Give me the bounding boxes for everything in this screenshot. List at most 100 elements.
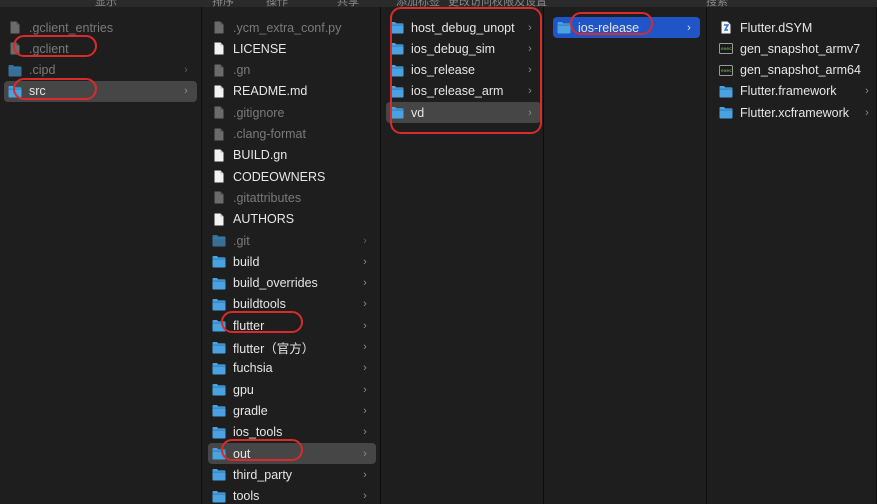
toolbar-label[interactable]: 搜索 [706,0,728,7]
folder-row[interactable]: src › [4,80,197,102]
item-label: .cipd [29,63,56,78]
file-row[interactable]: LICENSE [208,38,376,59]
folder-row[interactable]: gpu › [208,379,376,400]
item-label: vd [411,105,425,120]
folder-row[interactable]: host_debug_unopt › [386,17,541,38]
folder-row[interactable]: fuchsia › [208,358,376,379]
chevron-right-icon: › [363,490,367,503]
folder-row[interactable]: ios_release_arm › [386,81,541,102]
folder-row[interactable]: flutter（官方） › [208,337,376,358]
item-label: build_overrides [233,276,318,291]
toolbar-label[interactable]: 排序 [212,0,234,7]
folder-icon [212,341,226,354]
finder-column-4[interactable]: ios-release › [544,7,707,504]
item-label: ios_release [411,63,475,78]
chevron-right-icon: › [184,85,188,98]
folder-row[interactable]: flutter › [208,315,376,336]
file-row[interactable]: .ycm_extra_conf.py [208,17,376,38]
item-label: src [29,84,46,99]
file-row[interactable]: exec gen_snapshot_arm64 [715,60,876,81]
folder-icon [212,255,226,268]
folder-row[interactable]: build_overrides › [208,273,376,294]
file-row[interactable]: README.md [208,81,376,102]
toolbar-label[interactable]: 操作 [266,0,288,7]
toolbar-label[interactable]: 共享 [337,0,359,7]
chevron-right-icon: › [687,21,691,34]
folder-icon [212,468,226,481]
item-label: ios_release_arm [411,84,504,99]
item-label: Flutter.framework [740,84,837,99]
folder-row[interactable]: Flutter.framework › [715,81,876,102]
folder-row[interactable]: tools › [208,486,376,504]
folder-row[interactable]: gradle › [208,400,376,421]
item-label: fuchsia [233,361,273,376]
folder-row[interactable]: .git › [208,230,376,251]
file-icon [212,149,226,162]
file-icon [212,213,226,226]
file-row[interactable]: AUTHORS [208,209,376,230]
chevron-right-icon: › [363,319,367,332]
chevron-right-icon: › [363,255,367,268]
folder-row[interactable]: ios_release › [386,60,541,81]
chevron-right-icon: › [363,426,367,439]
item-label: Flutter.dSYM [740,20,813,35]
item-label: BUILD.gn [233,148,288,163]
folder-row[interactable]: third_party › [208,464,376,485]
file-row[interactable]: .gclient [4,38,197,59]
item-label: .gitignore [233,105,285,120]
item-label: Flutter.xcframework [740,105,850,120]
folder-row[interactable]: .cipd › [4,60,197,81]
file-row[interactable]: .gn [208,60,376,81]
file-icon [8,42,22,55]
finder-column-2[interactable]: .ycm_extra_conf.py LICENSE .gn README.md .gi… [202,7,381,504]
file-row[interactable]: .gclient_entries [4,17,197,38]
folder-row[interactable]: ios_tools › [208,422,376,443]
file-row[interactable]: .gitignore [208,102,376,123]
folder-icon [390,42,404,55]
folder-icon [390,106,404,119]
finder-column-3[interactable]: host_debug_unopt › ios_debug_sim › ios_relea… [381,7,544,504]
file-row[interactable]: BUILD.gn [208,145,376,166]
item-label: LICENSE [233,41,287,56]
folder-icon [8,64,22,77]
folder-row[interactable]: Flutter.xcframework › [715,102,876,123]
toolbar-label[interactable]: 显示 [95,0,117,7]
folder-icon [390,21,404,34]
file-row[interactable]: Flutter.dSYM [715,17,876,38]
finder-column-5[interactable]: Flutter.dSYM exec gen_snapshot_armv7 exec ge… [707,7,877,504]
item-label: ios-release [578,20,640,35]
file-icon [212,128,226,141]
file-icon [212,106,226,119]
item-label: README.md [233,84,308,99]
file-row[interactable]: .clang-format [208,124,376,145]
item-label: .gclient_entries [29,20,114,35]
item-label: tools [233,489,260,504]
file-icon [212,85,226,98]
toolbar-label[interactable]: 添加标签 [396,0,440,7]
item-label: CODEOWNERS [233,169,326,184]
folder-row[interactable]: ios_debug_sim › [386,38,541,59]
folder-icon [719,85,733,98]
finder-toolbar: 显示 排序 操作 共享 添加标签 更改访问权限及设置 搜索 [0,0,877,7]
folder-row[interactable]: ios-release › [553,17,700,38]
folder-row[interactable]: build › [208,251,376,272]
item-label: gradle [233,403,268,418]
svg-text:exec: exec [721,69,732,74]
column-browser: .gclient_entries .gclient .cipd › src › .ycm_e… [0,7,877,504]
folder-row[interactable]: out › [208,443,376,464]
item-label: gen_snapshot_armv7 [740,41,861,56]
folder-icon [212,490,226,503]
executable-icon: exec [719,42,733,55]
file-row[interactable]: CODEOWNERS [208,166,376,187]
folder-row[interactable]: vd › [386,102,541,124]
file-row[interactable]: .gitattributes [208,187,376,208]
item-label: buildtools [233,297,286,312]
file-icon [212,170,226,183]
chevron-right-icon: › [363,383,367,396]
folder-row[interactable]: buildtools › [208,294,376,315]
finder-column-1[interactable]: .gclient_entries .gclient .cipd › src › [0,7,202,504]
toolbar-label[interactable]: 更改访问权限及设置 [448,0,547,7]
file-row[interactable]: exec gen_snapshot_armv7 [715,38,876,59]
folder-icon [212,319,226,332]
chevron-right-icon: › [363,447,367,460]
